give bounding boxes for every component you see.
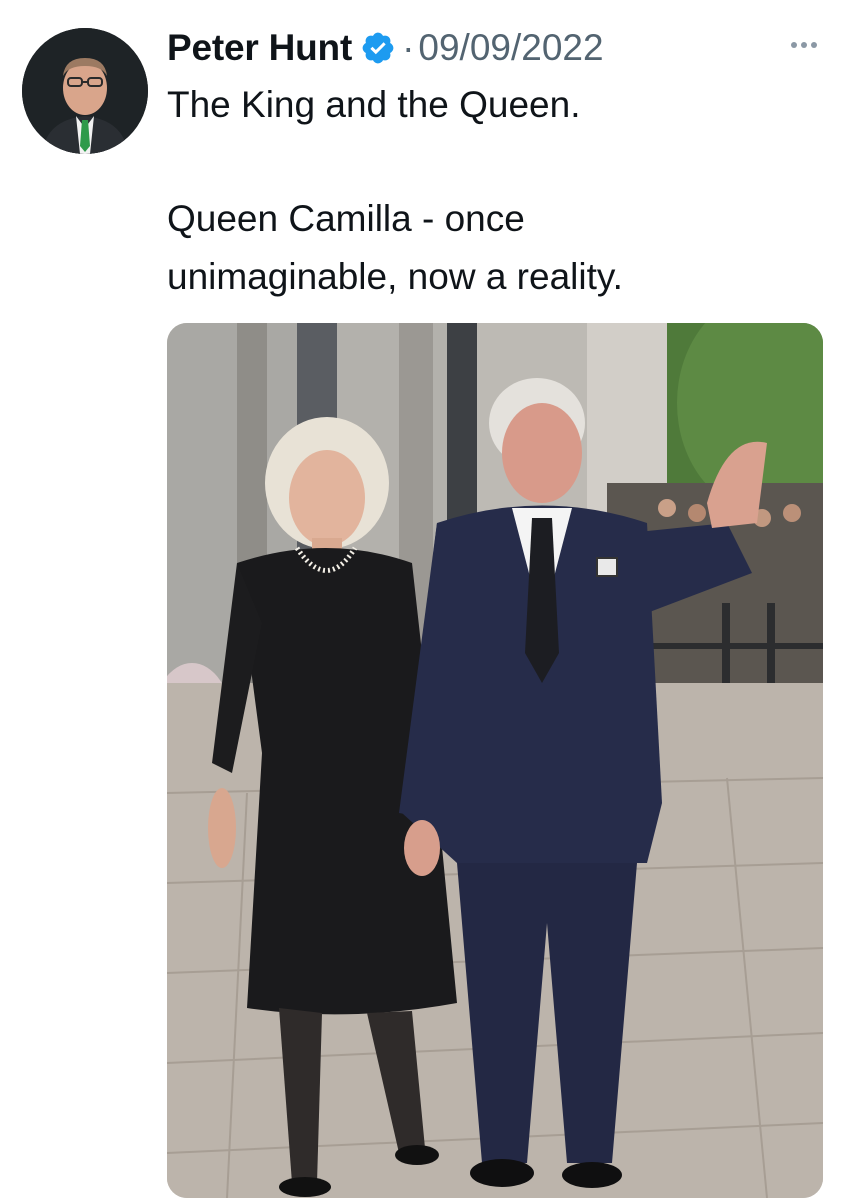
tweet-date[interactable]: 09/09/2022 [418,27,603,69]
author-avatar[interactable] [22,28,148,154]
more-horizontal-icon[interactable] [786,30,822,60]
separator-dot: · [402,27,415,68]
verified-badge-icon [360,30,396,66]
tweet-text-line: The King and the Queen. [167,84,581,125]
author-name[interactable]: Peter Hunt [167,27,352,69]
tweet[interactable]: Peter Hunt · 09/09/2022 The King and the… [0,0,849,1200]
tweet-text-line: Queen Camilla - once [167,198,525,239]
tweet-photo[interactable] [167,323,823,1198]
tweet-header: Peter Hunt · 09/09/2022 [167,25,604,71]
tweet-text-line: unimaginable, now a reality. [167,256,623,297]
